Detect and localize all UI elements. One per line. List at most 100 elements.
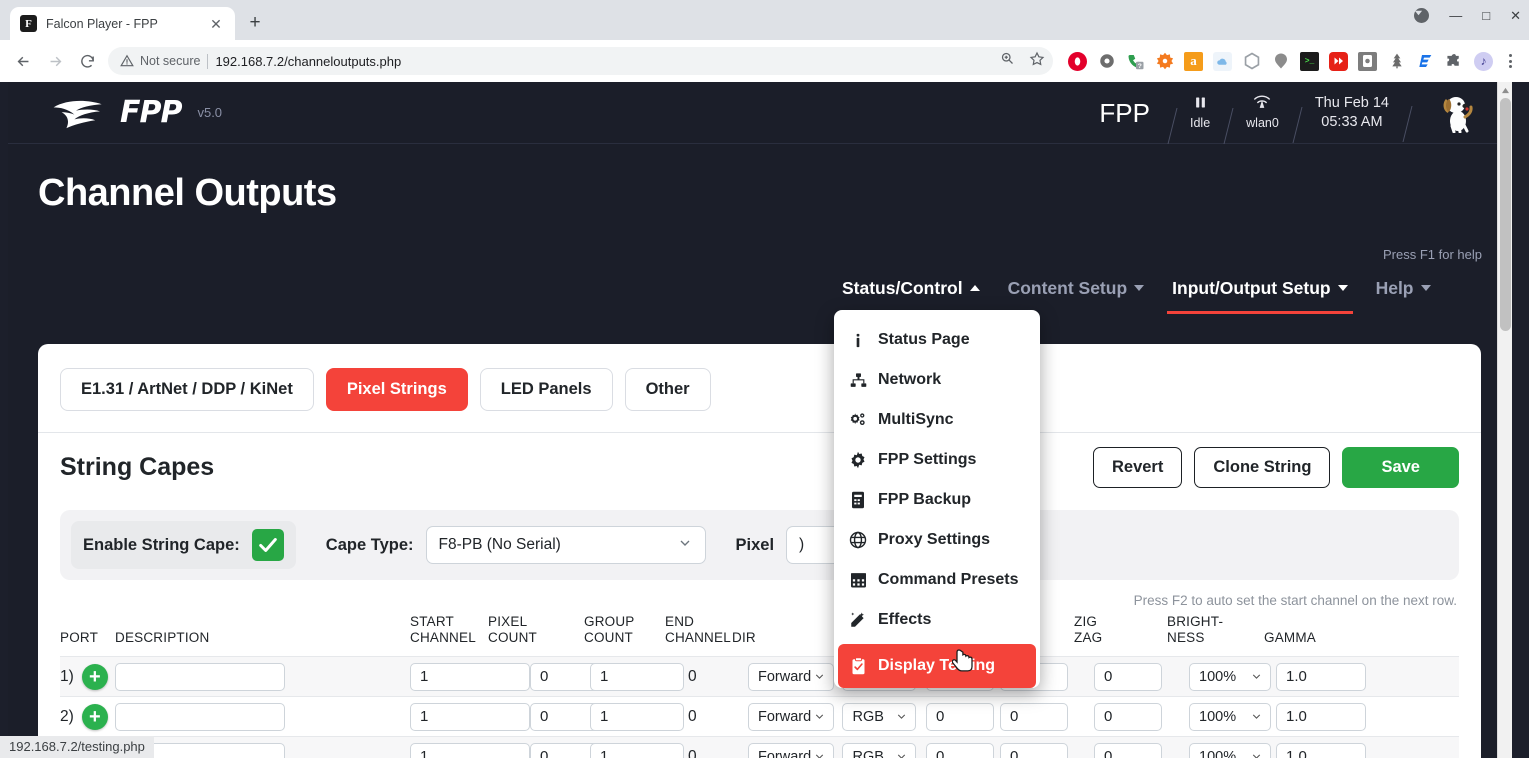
check-icon	[257, 534, 279, 556]
tab-other[interactable]: Other	[625, 368, 711, 411]
zig-zag-input[interactable]: 0	[1094, 743, 1162, 758]
youtube-fastforward-icon[interactable]	[1329, 52, 1348, 71]
th-brightness: BRIGHT- NESS	[1167, 614, 1264, 646]
back-icon[interactable]	[8, 46, 38, 76]
maximize-button[interactable]: □	[1482, 9, 1490, 22]
direction-select[interactable]: Forward	[748, 703, 834, 731]
network-icon	[848, 372, 868, 389]
color-order-select[interactable]: RGB	[842, 743, 916, 758]
add-row-button[interactable]: +	[82, 704, 108, 730]
bookmark-star-icon[interactable]	[1029, 51, 1045, 72]
cape-type-select[interactable]: F8-PB (No Serial)	[426, 526, 706, 564]
new-tab-button[interactable]: +	[241, 9, 269, 37]
close-window-button[interactable]: ✕	[1510, 9, 1521, 22]
nav-item-help[interactable]: Help	[1362, 270, 1445, 306]
scrollbar-thumb[interactable]	[1500, 98, 1511, 331]
hexagon-outline-icon[interactable]	[1242, 52, 1261, 71]
zoom-icon[interactable]	[1000, 51, 1015, 71]
enable-string-cape-label: Enable String Cape:	[83, 536, 240, 555]
brightness-select[interactable]: 100%	[1189, 663, 1271, 691]
cloud-icon[interactable]	[1213, 52, 1232, 71]
end-nulls-input[interactable]: 0	[1000, 743, 1068, 758]
tree-icon[interactable]	[1387, 52, 1406, 71]
orange-burst-icon[interactable]	[1155, 52, 1174, 71]
fpp-brand[interactable]: FPP v5.0	[52, 95, 222, 130]
brightness-select[interactable]: 100%	[1189, 743, 1271, 758]
page-scrollbar[interactable]	[1497, 82, 1512, 758]
nav-item-content-setup[interactable]: Content Setup	[994, 270, 1159, 306]
pixel-string-table: PORT DESCRIPTION START CHANNEL PIXEL COU…	[60, 608, 1459, 758]
link-status-bar: 192.168.7.2/testing.php	[0, 736, 154, 758]
add-row-button[interactable]: +	[82, 664, 108, 690]
address-bar[interactable]: Not secure 192.168.7.2/channeloutputs.ph…	[108, 47, 1053, 75]
amazon-icon[interactable]: a	[1184, 52, 1203, 71]
table-row: 2) + 1 0 1 0 Forward	[60, 696, 1459, 736]
save-button[interactable]: Save	[1342, 447, 1459, 488]
download-indicator-icon[interactable]	[1414, 8, 1429, 23]
user-menu[interactable]	[1407, 93, 1477, 133]
gamma-input[interactable]: 1.0	[1276, 703, 1366, 731]
nav-item-input-output-setup[interactable]: Input/Output Setup	[1158, 270, 1361, 306]
direction-select[interactable]: Forward	[748, 743, 834, 758]
zig-zag-input[interactable]: 0	[1094, 663, 1162, 691]
th-line1: BRIGHT-	[1167, 614, 1264, 630]
pocket-device-icon[interactable]	[1358, 52, 1377, 71]
revert-button[interactable]: Revert	[1093, 447, 1182, 488]
th-line1: START	[410, 614, 488, 630]
gray-balloon-icon[interactable]	[1271, 52, 1290, 71]
music-note-icon[interactable]: ♪	[1474, 52, 1493, 71]
description-input[interactable]	[115, 703, 285, 731]
gamma-input[interactable]: 1.0	[1276, 743, 1366, 758]
terminal-icon[interactable]: >_	[1300, 52, 1319, 71]
phone-help-icon[interactable]: ?	[1126, 52, 1145, 71]
minimize-button[interactable]: —	[1449, 9, 1462, 22]
network-indicator[interactable]: wlan0	[1228, 95, 1297, 131]
menu-item-multisync[interactable]: MultiSync	[834, 400, 1040, 440]
nav-label: Status/Control	[842, 278, 963, 299]
th-end-channel: END CHANNEL	[665, 614, 732, 646]
clone-string-button[interactable]: Clone String	[1194, 447, 1330, 488]
gear-gray-icon[interactable]	[1097, 52, 1116, 71]
brightness-select[interactable]: 100%	[1189, 703, 1271, 731]
chevron-down-icon	[1250, 710, 1263, 723]
direction-select[interactable]: Forward	[748, 663, 834, 691]
menu-item-command-presets[interactable]: Command Presets	[834, 560, 1040, 600]
scroll-up-arrow-icon[interactable]	[1498, 82, 1512, 98]
status-indicator[interactable]: Idle	[1172, 95, 1228, 131]
reload-icon[interactable]	[72, 46, 102, 76]
section-header: String Capes Revert Clone String Save	[38, 433, 1481, 488]
menu-item-fpp-backup[interactable]: FPP Backup	[834, 480, 1040, 520]
browser-tab[interactable]: F Falcon Player - FPP ✕	[10, 7, 235, 40]
page-title: Channel Outputs	[38, 172, 1482, 215]
blue-e-icon[interactable]	[1416, 52, 1435, 71]
end-nulls-input[interactable]: 0	[1000, 703, 1068, 731]
tab-title: Falcon Player - FPP	[46, 17, 198, 31]
menu-item-display-testing[interactable]: Display Testing	[838, 644, 1036, 688]
calendar-icon	[848, 571, 868, 589]
th-line2: COUNT	[488, 630, 584, 646]
color-order-value: RGB	[852, 709, 883, 725]
tab-close-icon[interactable]: ✕	[207, 17, 225, 31]
opera-vpn-icon[interactable]	[1068, 52, 1087, 71]
tab-pixel-strings[interactable]: Pixel Strings	[326, 368, 468, 411]
description-input[interactable]	[115, 663, 285, 691]
enable-string-cape-checkbox[interactable]	[252, 529, 284, 561]
menu-item-status-page[interactable]: Status Page	[834, 320, 1040, 360]
color-order-value: RGB	[852, 749, 883, 758]
omnibox-actions	[1000, 51, 1045, 72]
menu-item-label: Status Page	[878, 331, 970, 349]
browser-menu-icon[interactable]	[1499, 54, 1521, 68]
menu-item-effects[interactable]: Effects	[834, 600, 1040, 640]
menu-item-proxy-settings[interactable]: Proxy Settings	[834, 520, 1040, 560]
gamma-input[interactable]: 1.0	[1276, 663, 1366, 691]
puzzle-piece-icon[interactable]	[1445, 52, 1464, 71]
menu-item-network[interactable]: Network	[834, 360, 1040, 400]
security-indicator[interactable]: Not secure	[120, 54, 200, 68]
tab-e131-artnet-ddp-kinet[interactable]: E1.31 / ArtNet / DDP / KiNet	[60, 368, 314, 411]
th-start-channel: START CHANNEL	[410, 614, 488, 646]
nav-item-status-control[interactable]: Status/Control	[828, 270, 994, 306]
zig-zag-input[interactable]: 0	[1094, 703, 1162, 731]
tab-led-panels[interactable]: LED Panels	[480, 368, 613, 411]
menu-item-fpp-settings[interactable]: FPP Settings	[834, 440, 1040, 480]
color-order-select[interactable]: RGB	[842, 703, 916, 731]
